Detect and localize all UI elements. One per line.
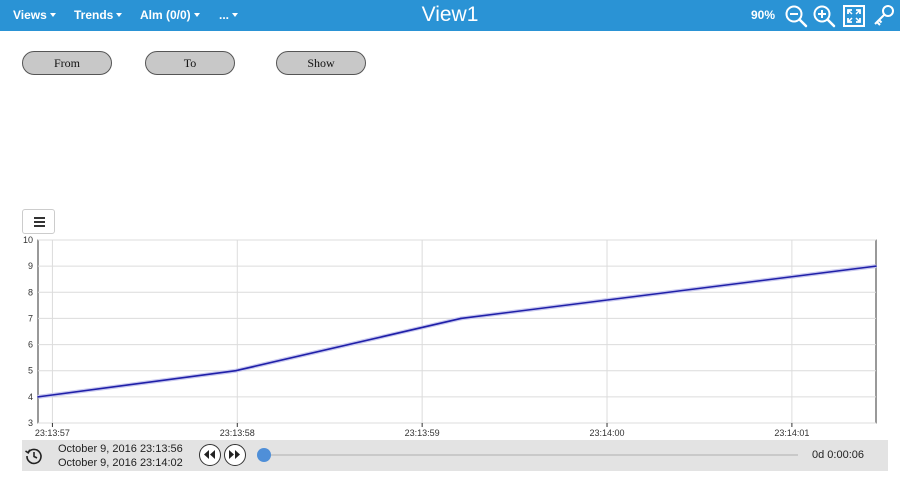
hamburger-icon-bar [34, 221, 45, 223]
alarms-menu[interactable]: Alm (0/0) [140, 8, 200, 22]
timeline-slider[interactable] [264, 454, 798, 456]
x-tick-label: 23:14:01 [774, 428, 809, 438]
history-icon[interactable] [24, 446, 44, 466]
data-point [875, 265, 877, 267]
more-menu[interactable]: ... [219, 8, 239, 22]
timeline-slider-handle[interactable] [257, 448, 271, 462]
fast-forward-button[interactable] [224, 444, 246, 466]
y-axis: 3 4 5 6 7 8 9 10 [23, 235, 33, 428]
hamburger-icon-bar [34, 225, 45, 227]
x-axis: 23:13:57 23:13:58 23:13:59 23:14:00 23:14:01 [35, 423, 809, 438]
top-navigation-bar: Views Trends Alm (0/0) ... View1 90% [0, 0, 900, 31]
show-button[interactable]: Show [276, 51, 366, 75]
fast-forward-icon [229, 450, 240, 459]
y-tick-label: 6 [28, 340, 33, 350]
x-tick-label: 23:13:57 [35, 428, 70, 438]
zoom-out-icon[interactable] [784, 4, 808, 28]
duration-label: 0d 0:00:06 [812, 449, 864, 461]
data-point [235, 369, 237, 372]
chevron-down-icon [116, 13, 123, 17]
alarms-menu-label: Alm (0/0) [140, 8, 191, 22]
plot-area [37, 239, 877, 424]
key-icon[interactable] [872, 4, 896, 28]
y-tick-label: 7 [28, 313, 33, 323]
y-tick-label: 8 [28, 287, 33, 297]
y-tick-label: 5 [28, 366, 33, 376]
trends-menu-label: Trends [74, 8, 114, 22]
chart-menu-button[interactable] [22, 209, 55, 234]
y-tick-label: 9 [28, 261, 33, 271]
to-button[interactable]: To [145, 51, 235, 75]
range-end: October 9, 2016 23:14:02 [58, 457, 183, 469]
y-tick-label: 3 [28, 418, 33, 428]
data-point [37, 396, 39, 398]
from-button[interactable]: From [22, 51, 112, 75]
data-point [460, 317, 462, 320]
more-menu-label: ... [219, 8, 230, 22]
rewind-icon [204, 450, 215, 459]
hamburger-icon-bar [34, 217, 45, 219]
chevron-down-icon [49, 13, 56, 17]
range-start: October 9, 2016 23:13:56 [58, 443, 183, 455]
rewind-button[interactable] [199, 444, 221, 466]
trend-chart: 3 4 5 6 7 8 9 10 23:13:57 23:13:58 23:13:59 23:14:… [23, 235, 877, 438]
x-tick-label: 23:13:58 [220, 428, 255, 438]
x-tick-label: 23:14:00 [589, 428, 624, 438]
fullscreen-icon[interactable] [842, 4, 866, 28]
x-tick-label: 23:13:59 [405, 428, 440, 438]
zoom-level: 90% [751, 8, 776, 22]
playback-bar: October 9, 2016 23:13:56 October 9, 2016… [22, 440, 888, 471]
y-tick-label: 10 [23, 235, 33, 245]
y-tick-label: 4 [28, 392, 33, 402]
chevron-down-icon [193, 13, 200, 17]
views-menu-label: Views [13, 8, 47, 22]
chevron-down-icon [232, 13, 239, 17]
zoom-in-icon[interactable] [812, 4, 836, 28]
views-menu[interactable]: Views [13, 8, 56, 22]
trends-menu[interactable]: Trends [74, 8, 123, 22]
